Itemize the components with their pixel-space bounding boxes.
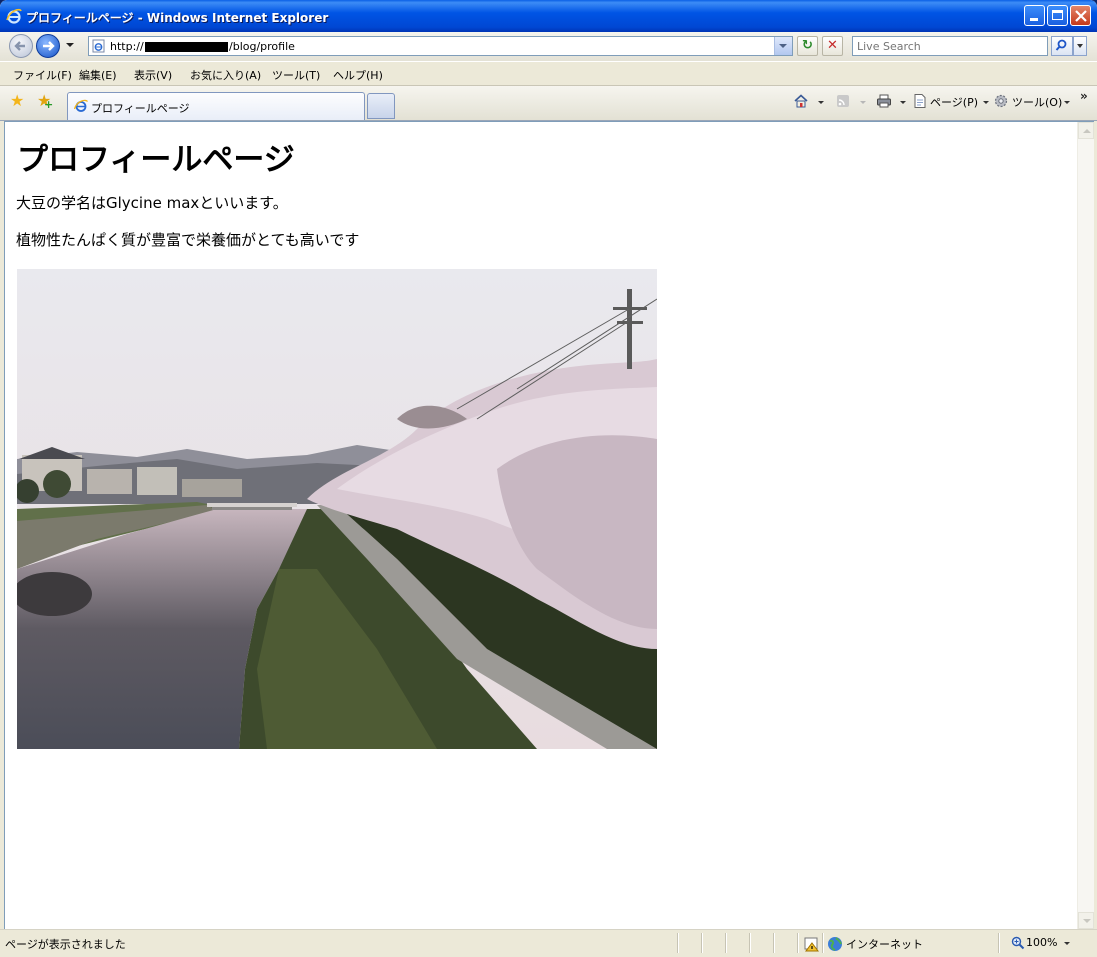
tools-menu-button[interactable]: ツール(O)	[1012, 94, 1062, 110]
status-divider	[822, 933, 824, 953]
menu-edit[interactable]: 編集(E)	[79, 67, 117, 83]
search-options-dropdown[interactable]	[1073, 36, 1087, 56]
status-message: ページが表示されました	[5, 938, 126, 951]
page-viewport: プロフィールページ 大豆の学名はGlycine maxといいます。 植物性たんぱ…	[4, 121, 1094, 929]
forward-button[interactable]	[36, 34, 60, 58]
tools-menu-dropdown[interactable]	[1064, 101, 1070, 104]
status-divider	[749, 933, 751, 953]
new-tab-button[interactable]	[367, 93, 395, 119]
status-divider	[998, 933, 1000, 953]
home-icon[interactable]	[793, 93, 809, 109]
page-heading: プロフィールページ	[17, 142, 295, 178]
scroll-up-button[interactable]	[1078, 122, 1094, 139]
gear-icon	[994, 94, 1008, 108]
status-divider	[773, 933, 775, 953]
close-button[interactable]	[1070, 5, 1091, 26]
address-toolbar: http:// /blog/profile ↻ ✕	[0, 32, 1097, 61]
feeds-icon[interactable]	[835, 93, 851, 109]
zoom-icon	[1011, 936, 1025, 950]
refresh-button[interactable]: ↻	[797, 36, 818, 56]
security-zone-label: インターネット	[846, 938, 923, 951]
address-dropdown-button[interactable]	[774, 37, 792, 55]
paragraph-scientific-name: 大豆の学名はGlycine maxといいます。	[16, 194, 288, 212]
search-box[interactable]	[852, 36, 1048, 56]
page-menu-button[interactable]: ページ(P)	[930, 94, 978, 110]
window-title: プロフィールページ - Windows Internet Explorer	[26, 11, 329, 25]
add-favorites-icon[interactable]: ★ +	[37, 93, 53, 112]
ie-logo-icon	[6, 8, 22, 24]
favorites-center-icon[interactable]: ★	[10, 93, 24, 109]
menu-help[interactable]: ヘルプ(H)	[333, 67, 383, 83]
status-divider	[797, 933, 799, 953]
search-input[interactable]	[853, 37, 1041, 55]
forward-arrow-icon	[43, 41, 55, 51]
print-dropdown[interactable]	[900, 101, 906, 104]
redacted-host	[145, 42, 228, 52]
url-prefix: http://	[110, 40, 144, 53]
photo-illustration	[17, 269, 657, 749]
page-menu-icon	[914, 94, 926, 108]
more-commands-chevron-icon[interactable]: »	[1080, 89, 1088, 103]
search-icon	[1055, 39, 1067, 51]
menu-tools[interactable]: ツール(T)	[272, 67, 320, 83]
zoom-level[interactable]: 100%	[1026, 936, 1057, 949]
status-divider	[725, 933, 727, 953]
address-bar[interactable]: http:// /blog/profile	[88, 36, 793, 56]
tab-label: プロフィールページ	[91, 102, 190, 115]
recent-pages-dropdown[interactable]	[66, 43, 74, 47]
menu-bar: ファイル(F) 編集(E) 表示(V) お気に入り(A) ツール(T) ヘルプ(…	[0, 61, 1097, 86]
home-dropdown[interactable]	[818, 101, 824, 104]
status-divider	[701, 933, 703, 953]
vertical-scrollbar[interactable]	[1077, 122, 1094, 929]
print-icon[interactable]	[876, 93, 892, 109]
protected-mode-icon[interactable]	[804, 936, 820, 952]
tab-profile[interactable]: プロフィールページ	[67, 92, 365, 120]
cherry-blossom-river-photo	[17, 269, 657, 749]
feeds-dropdown	[860, 101, 866, 104]
menu-favorites[interactable]: お気に入り(A)	[190, 67, 261, 83]
ie-page-icon	[92, 39, 105, 53]
paragraph-nutrition: 植物性たんぱく質が豊富で栄養価がとても高いです	[16, 231, 360, 249]
close-icon	[1075, 10, 1087, 22]
stop-button[interactable]: ✕	[822, 36, 843, 56]
page-menu-dropdown[interactable]	[983, 101, 989, 104]
scroll-down-button[interactable]	[1078, 912, 1094, 929]
ie-page-icon	[74, 99, 88, 112]
minimize-button[interactable]	[1024, 5, 1045, 26]
status-divider	[677, 933, 679, 953]
menu-file[interactable]: ファイル(F)	[13, 67, 72, 83]
stop-icon: ✕	[827, 38, 838, 53]
menu-view[interactable]: 表示(V)	[134, 67, 172, 83]
url-path: /blog/profile	[229, 40, 295, 53]
zoom-dropdown[interactable]	[1064, 942, 1070, 945]
back-arrow-icon	[14, 41, 25, 51]
refresh-icon: ↻	[802, 38, 813, 53]
search-button[interactable]	[1051, 36, 1073, 56]
globe-icon	[828, 937, 842, 951]
maximize-button[interactable]	[1047, 5, 1068, 26]
title-bar[interactable]: プロフィールページ - Windows Internet Explorer	[0, 0, 1097, 32]
tab-command-bar: ★ ★ + プロフィールページ ページ(P) ツール(O) »	[0, 86, 1097, 121]
status-bar: ページが表示されました インターネット 100%	[0, 929, 1097, 957]
back-button[interactable]	[9, 34, 33, 58]
ie-window: プロフィールページ - Windows Internet Explorer ht…	[0, 0, 1097, 957]
